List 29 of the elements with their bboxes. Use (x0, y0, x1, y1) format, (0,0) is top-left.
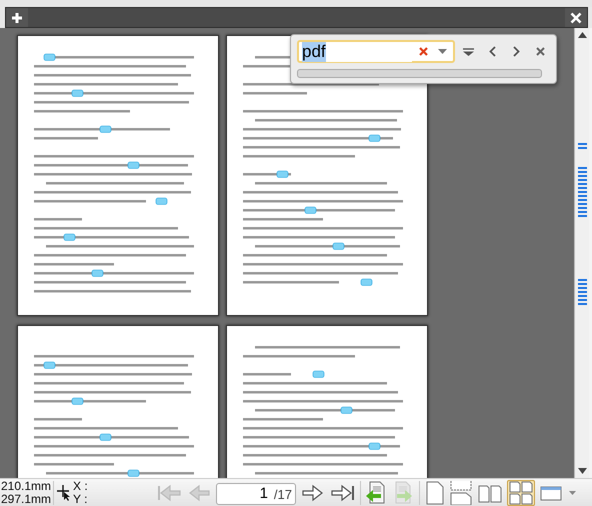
continuous-button[interactable] (449, 480, 473, 506)
close-icon (570, 12, 582, 24)
four-pages-icon (509, 480, 533, 504)
book-view-button[interactable] (507, 480, 535, 506)
y-coordinate-label: Y : (73, 492, 88, 506)
chevron-left-icon (489, 46, 496, 57)
new-tab-button[interactable] (6, 8, 28, 27)
page-icon (426, 480, 444, 504)
single-page-button[interactable] (425, 480, 445, 506)
x-coordinate-label: X : (73, 480, 89, 492)
close-button[interactable] (565, 8, 587, 27)
page-count-label: /17 (274, 486, 292, 504)
search-field[interactable]: pdf (297, 40, 455, 63)
close-icon (536, 47, 545, 56)
stacked-pages-icon (450, 480, 472, 504)
page-width-label: 210.1mm (1, 480, 50, 492)
clear-icon (418, 47, 428, 56)
scroll-up-icon[interactable] (578, 32, 586, 38)
page-height-label: 297.1mm (1, 492, 50, 506)
crosshair-icon (57, 484, 71, 500)
caret-icon (438, 49, 446, 54)
caret-icon[interactable] (569, 490, 576, 494)
filter-icon (463, 48, 474, 56)
window-icon (540, 484, 562, 502)
two-pages-icon (478, 482, 502, 502)
plus-icon (11, 12, 23, 24)
scroll-down-icon[interactable] (578, 468, 586, 474)
scrollbar[interactable] (574, 28, 589, 478)
chevron-right-icon (512, 46, 520, 57)
